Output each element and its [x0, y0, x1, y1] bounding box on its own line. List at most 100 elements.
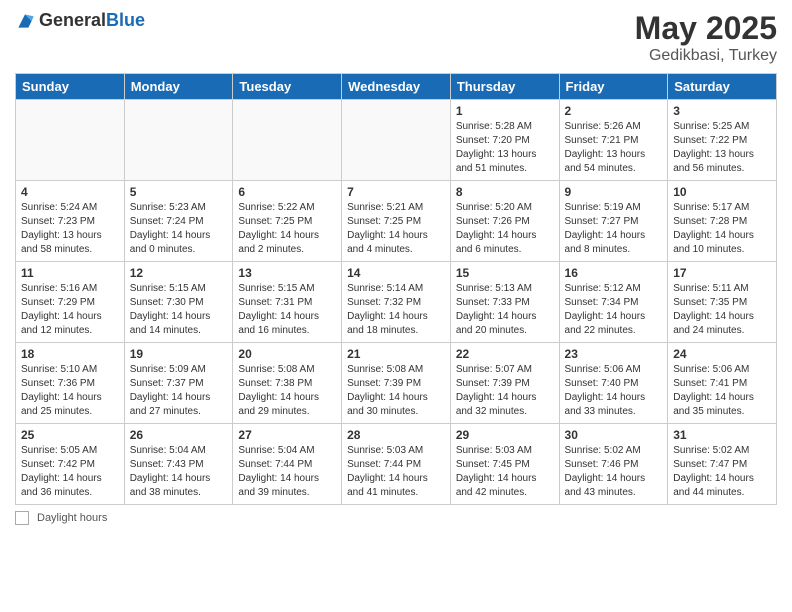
week-row-4: 18Sunrise: 5:10 AM Sunset: 7:36 PM Dayli…	[16, 343, 777, 424]
calendar-cell: 11 Sunrise: 5:16 AM Sunset: 7:29 PM Dayli…	[16, 262, 125, 343]
day-info: Sunrise: 5:08 AM Sunset: 7:39 PM Dayligh…	[347, 363, 445, 419]
day-number: 14	[347, 266, 445, 280]
day-number: 10	[673, 185, 771, 199]
day-number: 8	[456, 185, 554, 199]
day-info: Sunrise: 5:04 AM Sunset: 7:43 PM Dayligh…	[130, 444, 228, 500]
calendar-cell: 25 Sunrise: 5:05 AM Sunset: 7:42 PM Dayli…	[16, 424, 125, 505]
calendar-cell: 1 Sunrise: 5:28 AM Sunset: 7:20 PM Daylig…	[450, 100, 559, 181]
day-info: Sunrise: 5:28 AM Sunset: 7:20 PM Dayligh…	[456, 120, 554, 176]
calendar-cell: 13 Sunrise: 5:15 AM Sunset: 7:31 PM Dayli…	[233, 262, 342, 343]
calendar-cell: 31Sunrise: 5:02 AM Sunset: 7:47 PM Dayli…	[668, 424, 777, 505]
day-info: Sunrise: 5:25 AM Sunset: 7:22 PM Dayligh…	[673, 120, 771, 176]
weekday-header-thursday: Thursday	[450, 74, 559, 100]
day-info: Sunrise: 5:02 AM Sunset: 7:47 PM Dayligh…	[673, 444, 771, 500]
day-number: 3	[673, 104, 771, 118]
day-number: 15	[456, 266, 554, 280]
weekday-header-row: SundayMondayTuesdayWednesdayThursdayFrid…	[16, 74, 777, 100]
day-number: 21	[347, 347, 445, 361]
day-info: Sunrise: 5:08 AM Sunset: 7:38 PM Dayligh…	[238, 363, 336, 419]
calendar-cell: 6Sunrise: 5:22 AM Sunset: 7:25 PM Daylig…	[233, 181, 342, 262]
day-number: 11	[21, 266, 119, 280]
calendar-cell: 17Sunrise: 5:11 AM Sunset: 7:35 PM Dayli…	[668, 262, 777, 343]
calendar-cell	[342, 100, 451, 181]
calendar-cell: 18Sunrise: 5:10 AM Sunset: 7:36 PM Dayli…	[16, 343, 125, 424]
calendar-cell: 3 Sunrise: 5:25 AM Sunset: 7:22 PM Daylig…	[668, 100, 777, 181]
day-info: Sunrise: 5:24 AM Sunset: 7:23 PM Dayligh…	[21, 201, 119, 257]
week-row-3: 11 Sunrise: 5:16 AM Sunset: 7:29 PM Dayli…	[16, 262, 777, 343]
logo-general-text: General	[39, 10, 106, 30]
week-row-5: 25 Sunrise: 5:05 AM Sunset: 7:42 PM Dayli…	[16, 424, 777, 505]
calendar-cell: 15Sunrise: 5:13 AM Sunset: 7:33 PM Dayli…	[450, 262, 559, 343]
day-info: Sunrise: 5:04 AM Sunset: 7:44 PM Dayligh…	[238, 444, 336, 500]
day-info: Sunrise: 5:15 AM Sunset: 7:31 PM Dayligh…	[238, 282, 336, 338]
day-info: Sunrise: 5:06 AM Sunset: 7:40 PM Dayligh…	[565, 363, 663, 419]
calendar-cell: 30 Sunrise: 5:02 AM Sunset: 7:46 PM Dayli…	[559, 424, 668, 505]
day-number: 28	[347, 428, 445, 442]
day-info: Sunrise: 5:17 AM Sunset: 7:28 PM Dayligh…	[673, 201, 771, 257]
day-info: Sunrise: 5:23 AM Sunset: 7:24 PM Dayligh…	[130, 201, 228, 257]
day-number: 30	[565, 428, 663, 442]
day-info: Sunrise: 5:12 AM Sunset: 7:34 PM Dayligh…	[565, 282, 663, 338]
calendar-cell: 7 Sunrise: 5:21 AM Sunset: 7:25 PM Daylig…	[342, 181, 451, 262]
day-number: 19	[130, 347, 228, 361]
calendar-cell	[124, 100, 233, 181]
day-info: Sunrise: 5:16 AM Sunset: 7:29 PM Dayligh…	[21, 282, 119, 338]
calendar-cell: 9 Sunrise: 5:19 AM Sunset: 7:27 PM Daylig…	[559, 181, 668, 262]
day-number: 26	[130, 428, 228, 442]
day-number: 16	[565, 266, 663, 280]
day-number: 9	[565, 185, 663, 199]
calendar-table: SundayMondayTuesdayWednesdayThursdayFrid…	[15, 73, 777, 505]
calendar-cell: 23Sunrise: 5:06 AM Sunset: 7:40 PM Dayli…	[559, 343, 668, 424]
weekday-header-wednesday: Wednesday	[342, 74, 451, 100]
day-number: 12	[130, 266, 228, 280]
day-number: 24	[673, 347, 771, 361]
calendar-cell: 4 Sunrise: 5:24 AM Sunset: 7:23 PM Daylig…	[16, 181, 125, 262]
day-number: 2	[565, 104, 663, 118]
day-number: 1	[456, 104, 554, 118]
logo: GeneralBlue	[15, 10, 145, 31]
week-row-1: 1 Sunrise: 5:28 AM Sunset: 7:20 PM Daylig…	[16, 100, 777, 181]
day-info: Sunrise: 5:26 AM Sunset: 7:21 PM Dayligh…	[565, 120, 663, 176]
calendar-cell: 12 Sunrise: 5:15 AM Sunset: 7:30 PM Dayli…	[124, 262, 233, 343]
calendar-cell: 24Sunrise: 5:06 AM Sunset: 7:41 PM Dayli…	[668, 343, 777, 424]
day-info: Sunrise: 5:21 AM Sunset: 7:25 PM Dayligh…	[347, 201, 445, 257]
day-info: Sunrise: 5:07 AM Sunset: 7:39 PM Dayligh…	[456, 363, 554, 419]
day-number: 25	[21, 428, 119, 442]
calendar-cell: 27 Sunrise: 5:04 AM Sunset: 7:44 PM Dayli…	[233, 424, 342, 505]
day-number: 22	[456, 347, 554, 361]
calendar-cell: 10 Sunrise: 5:17 AM Sunset: 7:28 PM Dayli…	[668, 181, 777, 262]
day-number: 7	[347, 185, 445, 199]
logo-blue-text: Blue	[106, 10, 145, 30]
calendar-cell: 5Sunrise: 5:23 AM Sunset: 7:24 PM Daylig…	[124, 181, 233, 262]
day-info: Sunrise: 5:02 AM Sunset: 7:46 PM Dayligh…	[565, 444, 663, 500]
day-info: Sunrise: 5:05 AM Sunset: 7:42 PM Dayligh…	[21, 444, 119, 500]
day-info: Sunrise: 5:03 AM Sunset: 7:44 PM Dayligh…	[347, 444, 445, 500]
day-number: 18	[21, 347, 119, 361]
weekday-header-tuesday: Tuesday	[233, 74, 342, 100]
day-info: Sunrise: 5:09 AM Sunset: 7:37 PM Dayligh…	[130, 363, 228, 419]
calendar-cell: 22 Sunrise: 5:07 AM Sunset: 7:39 PM Dayli…	[450, 343, 559, 424]
weekday-header-friday: Friday	[559, 74, 668, 100]
calendar-cell	[16, 100, 125, 181]
note-row: Daylight hours	[15, 511, 777, 525]
day-info: Sunrise: 5:03 AM Sunset: 7:45 PM Dayligh…	[456, 444, 554, 500]
page-header: GeneralBlue May 2025 Gedikbasi, Turkey	[15, 10, 777, 65]
day-number: 27	[238, 428, 336, 442]
calendar-cell: 16 Sunrise: 5:12 AM Sunset: 7:34 PM Dayli…	[559, 262, 668, 343]
weekday-header-saturday: Saturday	[668, 74, 777, 100]
calendar-cell: 14Sunrise: 5:14 AM Sunset: 7:32 PM Dayli…	[342, 262, 451, 343]
title-block: May 2025 Gedikbasi, Turkey	[635, 10, 777, 65]
location-title: Gedikbasi, Turkey	[635, 47, 777, 65]
calendar-cell: 28 Sunrise: 5:03 AM Sunset: 7:44 PM Dayli…	[342, 424, 451, 505]
calendar-cell: 8 Sunrise: 5:20 AM Sunset: 7:26 PM Daylig…	[450, 181, 559, 262]
calendar-cell: 20Sunrise: 5:08 AM Sunset: 7:38 PM Dayli…	[233, 343, 342, 424]
day-info: Sunrise: 5:15 AM Sunset: 7:30 PM Dayligh…	[130, 282, 228, 338]
day-info: Sunrise: 5:20 AM Sunset: 7:26 PM Dayligh…	[456, 201, 554, 257]
logo-icon	[15, 11, 35, 31]
calendar-cell	[233, 100, 342, 181]
day-number: 13	[238, 266, 336, 280]
daylight-label: Daylight hours	[37, 512, 107, 524]
day-number: 29	[456, 428, 554, 442]
day-info: Sunrise: 5:19 AM Sunset: 7:27 PM Dayligh…	[565, 201, 663, 257]
day-number: 4	[21, 185, 119, 199]
